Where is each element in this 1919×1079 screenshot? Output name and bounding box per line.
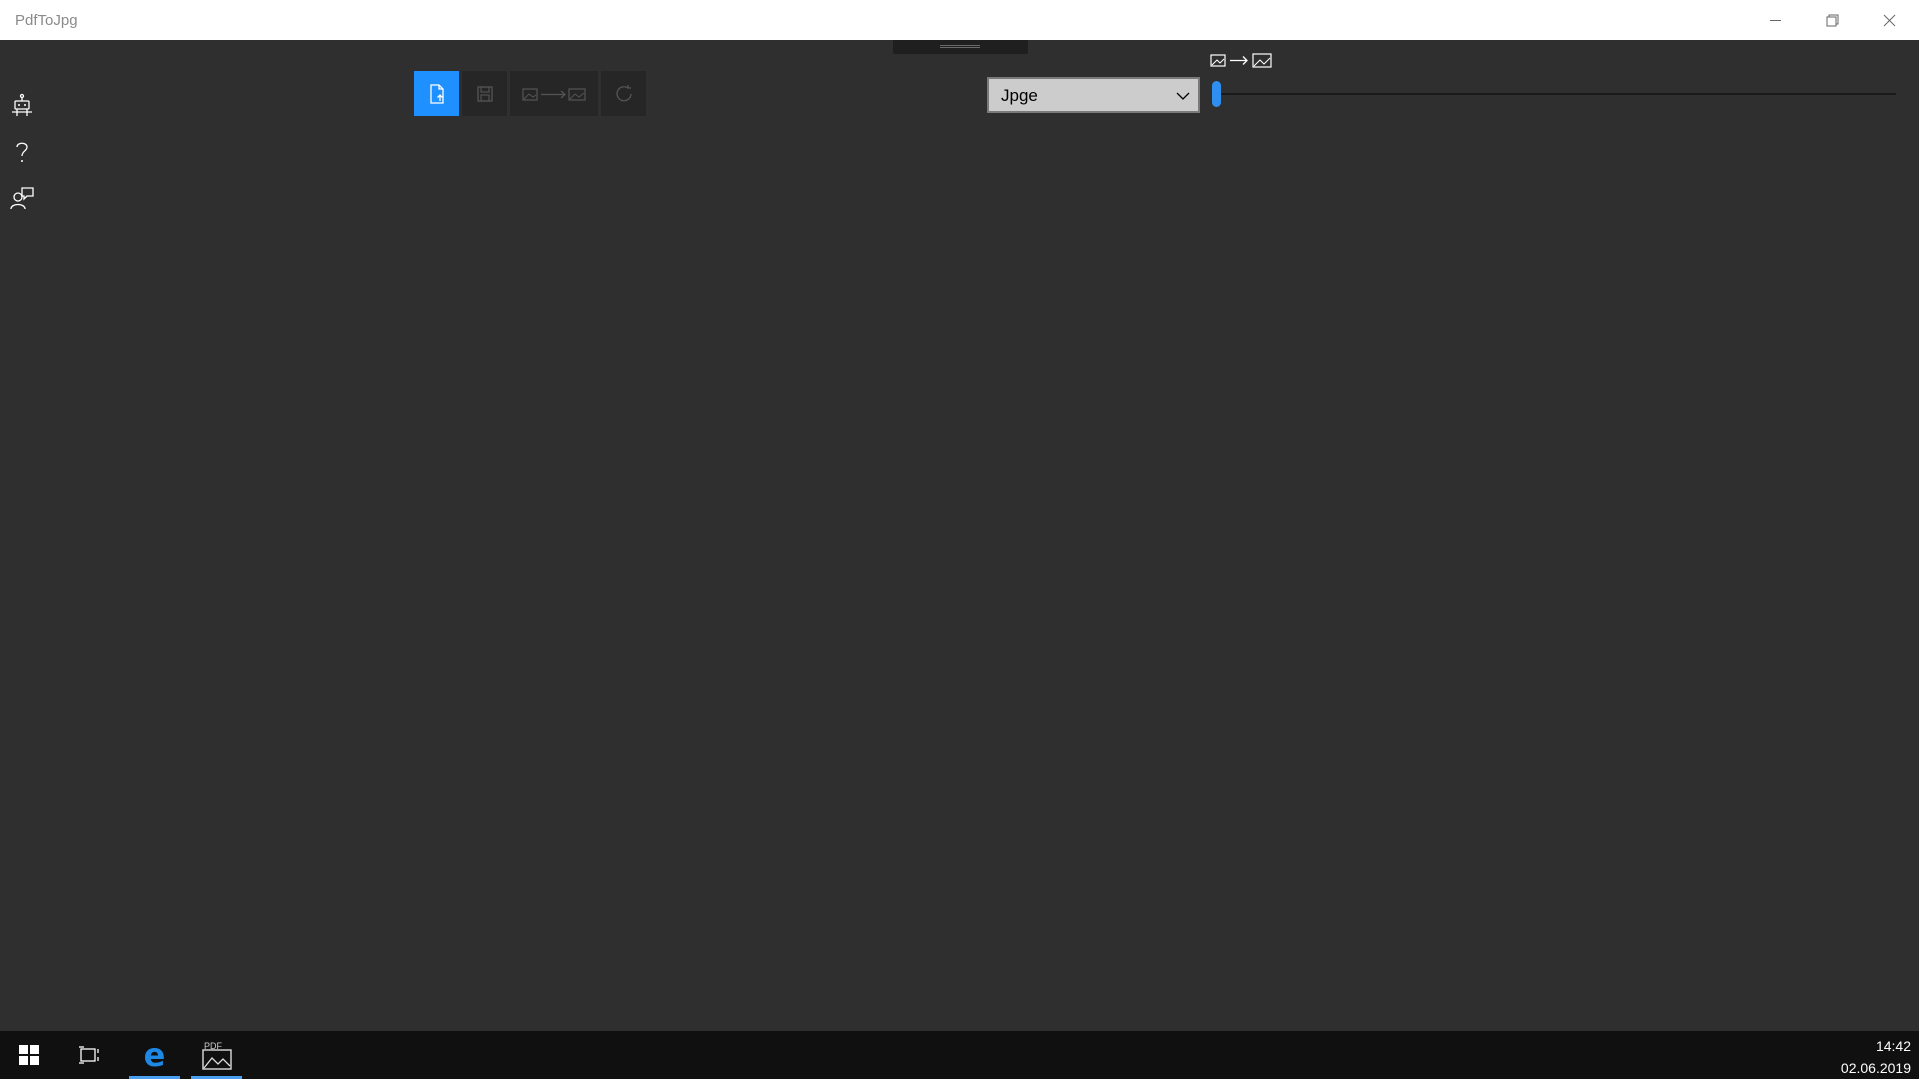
large-image-icon	[1252, 52, 1272, 68]
help-icon	[16, 142, 28, 162]
format-select-value: Jpge	[1001, 86, 1038, 105]
save-button[interactable]	[462, 71, 507, 116]
convert-button[interactable]	[510, 71, 598, 116]
quality-slider-track[interactable]	[1215, 93, 1896, 95]
minimize-button[interactable]	[1747, 0, 1804, 40]
task-view-icon	[79, 1046, 99, 1064]
system-clock[interactable]: 14:42 02.06.2019	[1841, 1035, 1911, 1079]
grip-icon	[940, 45, 980, 48]
robot-button[interactable]	[8, 91, 36, 121]
open-file-icon	[429, 83, 444, 104]
window-title: PdfToJpg	[15, 12, 78, 29]
restore-button[interactable]	[1804, 0, 1861, 40]
refresh-button[interactable]	[601, 71, 646, 116]
start-button[interactable]	[0, 1031, 58, 1079]
clock-time: 14:42	[1875, 1038, 1911, 1054]
quality-label	[1210, 50, 1276, 70]
feedback-icon	[10, 187, 34, 210]
close-button[interactable]	[1861, 0, 1918, 40]
convert-icon	[522, 87, 586, 101]
minimize-icon	[1770, 19, 1781, 21]
restore-icon	[1826, 14, 1839, 26]
feedback-button[interactable]	[8, 183, 36, 213]
close-icon	[1883, 14, 1896, 26]
pdf-image-icon: PDF	[201, 1041, 232, 1070]
taskbar: e PDF 14:42 02.06.2019	[0, 1031, 1919, 1079]
save-icon	[476, 85, 493, 102]
title-bar: PdfToJpg	[0, 0, 1919, 40]
edge-taskbar-button[interactable]: e	[129, 1031, 180, 1079]
chevron-down-icon	[1176, 92, 1190, 100]
format-select[interactable]: Jpge	[987, 77, 1200, 113]
quality-slider-thumb[interactable]	[1212, 81, 1221, 107]
task-view-button[interactable]	[66, 1031, 114, 1079]
arrow-right-icon	[1230, 55, 1248, 65]
small-image-icon	[1210, 53, 1226, 67]
help-button[interactable]	[8, 137, 36, 167]
edge-icon: e	[143, 1036, 166, 1074]
pdftojpg-taskbar-button[interactable]: PDF	[191, 1031, 242, 1079]
robot-icon	[12, 93, 32, 116]
refresh-icon	[615, 84, 632, 101]
open-file-button[interactable]	[414, 71, 459, 116]
clock-date: 02.06.2019	[1840, 1060, 1911, 1076]
windows-logo-icon	[19, 1045, 39, 1065]
pane-drag-handle[interactable]	[893, 40, 1028, 54]
